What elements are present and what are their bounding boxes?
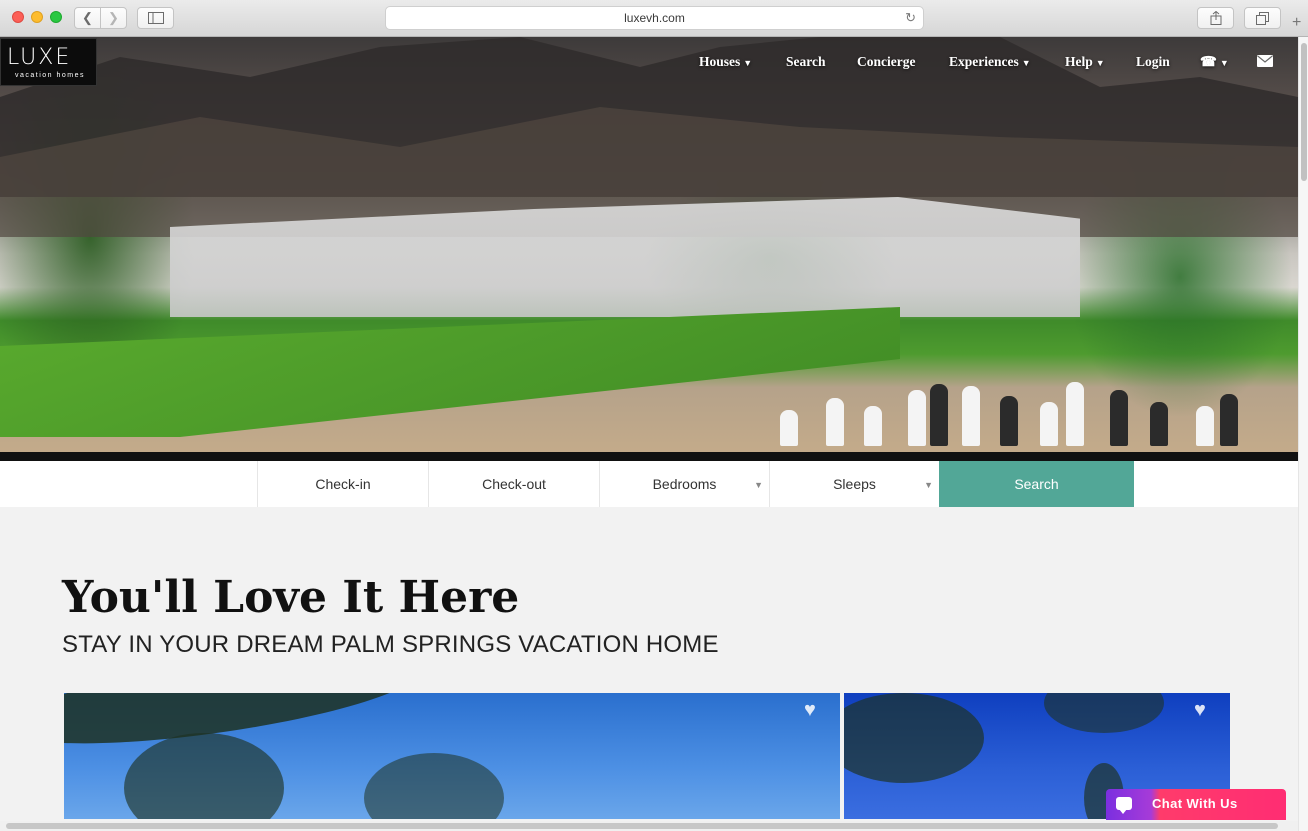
scrollbar-thumb[interactable] <box>6 823 1278 829</box>
chess-piece <box>1040 402 1058 446</box>
nav-label: Search <box>786 54 826 69</box>
browser-toolbar: ❮ ❯ luxevh.com ↻ + <box>0 0 1308 37</box>
chess-piece <box>962 386 980 446</box>
logo-subtitle: vacation homes <box>15 72 86 79</box>
nav-label: Concierge <box>857 54 916 69</box>
nav-experiences[interactable]: Experiences ▼ <box>949 54 1031 70</box>
checkout-label: Check-out <box>482 476 546 492</box>
hero-image <box>0 37 1298 454</box>
nav-label: Help <box>1065 54 1093 69</box>
property-card[interactable]: ♥ <box>64 693 840 819</box>
logo-text: LUXE <box>7 45 72 70</box>
chess-piece <box>908 390 926 446</box>
hero-divider <box>0 452 1298 461</box>
scrollbar-thumb[interactable] <box>1301 43 1307 181</box>
page-title: You'll Love It Here <box>62 572 520 623</box>
caret-down-icon: ▼ <box>1095 57 1105 68</box>
zoom-window-button[interactable] <box>50 11 62 23</box>
chess-piece <box>1110 390 1128 446</box>
chess-piece <box>930 384 948 446</box>
nav-label: Login <box>1136 54 1170 69</box>
chess-piece <box>1000 396 1018 446</box>
nav-label: Experiences <box>949 54 1019 69</box>
nav-label: Houses <box>699 54 741 69</box>
nav-search[interactable]: Search <box>786 54 826 70</box>
caret-down-icon: ▼ <box>743 57 753 68</box>
chat-label: Chat With Us <box>1152 796 1238 811</box>
search-button[interactable]: Search <box>939 461 1134 507</box>
search-bar: Check-in Check-out Bedrooms ▼ Sleeps ▼ Sea… <box>0 461 1298 507</box>
nav-login[interactable]: Login <box>1136 54 1170 70</box>
nav-concierge[interactable]: Concierge <box>857 54 915 70</box>
chess-piece <box>826 398 844 446</box>
sleeps-select[interactable]: Sleeps ▼ <box>769 461 939 507</box>
tree-graphic <box>1044 693 1164 733</box>
chess-piece <box>864 406 882 446</box>
chess-piece <box>1150 402 1168 446</box>
heart-icon[interactable]: ♥ <box>804 699 816 722</box>
phone-menu[interactable]: ☎ ▼ <box>1200 54 1229 70</box>
caret-down-icon: ▼ <box>1021 57 1031 68</box>
address-bar[interactable]: luxevh.com ↻ <box>385 6 924 30</box>
phone-icon: ☎ <box>1200 54 1217 69</box>
chat-bubble-icon <box>1116 797 1132 814</box>
caret-down-icon: ▼ <box>754 480 763 490</box>
back-icon[interactable]: ❮ <box>74 7 101 29</box>
site-logo[interactable]: LUXE vacation homes <box>0 38 97 86</box>
share-icon[interactable] <box>1197 7 1234 29</box>
forward-icon[interactable]: ❯ <box>100 7 127 29</box>
tree-graphic <box>124 733 284 819</box>
url-text: luxevh.com <box>624 11 685 25</box>
chess-piece <box>1196 406 1214 446</box>
page-subtitle: STAY IN YOUR DREAM PALM SPRINGS VACATION… <box>62 631 719 658</box>
tree-graphic <box>844 693 984 783</box>
chess-piece <box>1066 382 1084 446</box>
nav-houses[interactable]: Houses ▼ <box>699 54 752 70</box>
vertical-scrollbar[interactable] <box>1298 37 1308 831</box>
chess-piece <box>780 410 798 446</box>
caret-down-icon: ▼ <box>1219 57 1229 68</box>
checkin-label: Check-in <box>315 476 371 492</box>
bedrooms-select[interactable]: Bedrooms ▼ <box>599 461 769 507</box>
close-window-button[interactable] <box>12 11 24 23</box>
sleeps-label: Sleeps <box>833 476 876 492</box>
bedrooms-label: Bedrooms <box>652 476 717 492</box>
caret-down-icon: ▼ <box>924 480 933 490</box>
heart-icon[interactable]: ♥ <box>1194 699 1206 722</box>
nav-help[interactable]: Help ▼ <box>1065 54 1105 70</box>
minimize-window-button[interactable] <box>31 11 43 23</box>
chess-piece <box>1220 394 1238 446</box>
lawn-graphic <box>0 307 900 437</box>
horizontal-scrollbar[interactable] <box>0 821 1298 831</box>
reload-icon[interactable]: ↻ <box>905 10 916 26</box>
tree-graphic <box>364 753 504 819</box>
checkout-field[interactable]: Check-out <box>428 461 599 507</box>
tabs-icon[interactable] <box>1244 7 1281 29</box>
checkin-field[interactable]: Check-in <box>257 461 428 507</box>
sidebar-icon[interactable] <box>137 7 174 29</box>
envelope-icon[interactable] <box>1257 55 1273 71</box>
chat-widget-button[interactable]: Chat With Us <box>1106 789 1286 820</box>
new-tab-icon[interactable]: + <box>1292 14 1308 34</box>
